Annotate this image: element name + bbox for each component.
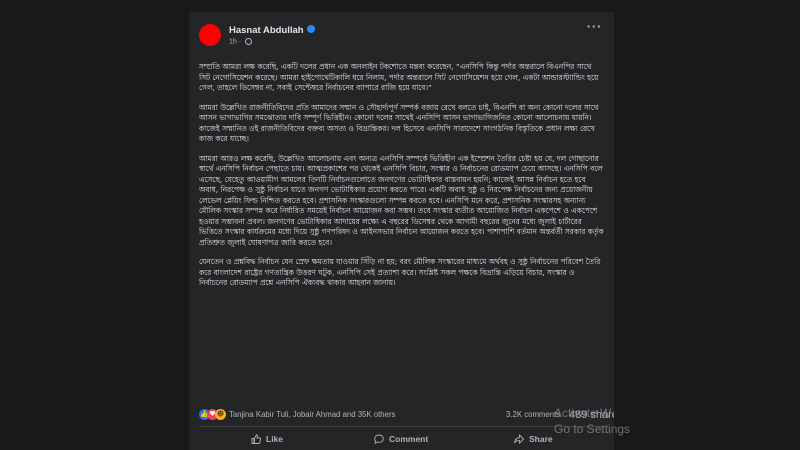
post-paragraph-2: আমরা উল্লেখিত রাজনীতিবিদের প্রতি আমাদের … — [199, 102, 599, 144]
globe-icon — [245, 38, 253, 45]
post-card: Hasnat Abdullah 1h · ··· সম্প্রতি আমরা ল… — [189, 12, 614, 450]
post-header: Hasnat Abdullah 1h · ··· — [189, 12, 614, 52]
author-name-text[interactable]: Hasnat Abdullah — [229, 25, 304, 36]
post-paragraph-1: সম্প্রতি আমরা লক্ষ করেছি, একটি দলের প্রধ… — [199, 62, 599, 92]
watermark-line-2: Go to Settings — [554, 422, 631, 436]
thumbs-up-icon — [251, 434, 261, 444]
post-actions: Like Comment Share — [199, 428, 604, 450]
comment-icon — [374, 434, 384, 444]
share-button[interactable]: Share — [514, 430, 553, 448]
comment-button[interactable]: Comment — [374, 430, 428, 448]
share-icon — [514, 433, 524, 444]
haha-reaction-icon[interactable]: ☻ — [215, 409, 226, 420]
verified-badge-icon — [306, 25, 315, 34]
like-label[interactable]: Like — [266, 434, 283, 444]
divider — [199, 426, 604, 427]
author-name[interactable]: Hasnat Abdullah — [229, 25, 315, 36]
avatar[interactable] — [199, 24, 221, 46]
post-body: সম্প্রতি আমরা লক্ষ করেছি, একটি দলের প্রধ… — [199, 62, 604, 298]
watermark-line-1: Activate W — [554, 406, 612, 420]
comment-label[interactable]: Comment — [389, 434, 428, 444]
post-paragraph-4: যেনতেন ও প্রশ্নবিদ্ধ নির্বাচন যেন স্রেফ … — [199, 257, 601, 287]
post-paragraph-3: আমরা আরও লক্ষ করেছি, উল্লেখিত আলোচনায় এ… — [199, 153, 604, 247]
activate-windows-watermark: Activate W Go to Settings — [554, 405, 630, 437]
reactions-bar: 👍 ♥ ☻ Tanjina Kabir Tuli, Jobair Ahmad a… — [199, 409, 614, 423]
post-time[interactable]: 1h — [229, 38, 237, 45]
reaction-names[interactable]: Tanjina Kabir Tuli, Jobair Ahmad and 35K… — [229, 410, 395, 419]
comments-count[interactable]: 3.2K comments — [506, 410, 560, 419]
share-label[interactable]: Share — [529, 434, 553, 444]
more-options-icon[interactable]: ··· — [586, 21, 602, 32]
like-button[interactable]: Like — [251, 430, 283, 448]
post-meta: 1h · — [229, 38, 253, 45]
